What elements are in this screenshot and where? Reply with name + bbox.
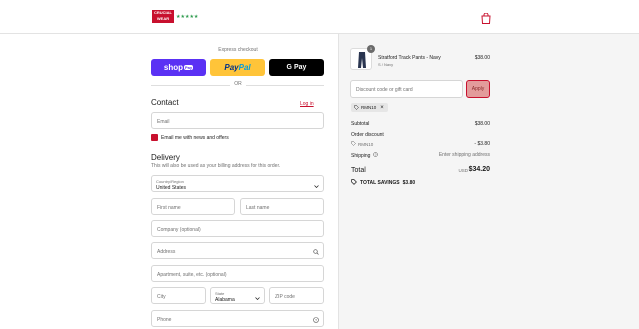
total-currency: USD xyxy=(458,168,468,173)
help-circle-icon[interactable]: ? xyxy=(313,310,319,328)
newsletter-label: Email me with news and offers xyxy=(161,135,229,141)
state-value: Alabama xyxy=(215,297,235,303)
phone-placeholder: Phone xyxy=(157,317,172,323)
tag-icon xyxy=(354,104,359,111)
check-icon xyxy=(152,141,157,146)
company-placeholder: Company (optional) xyxy=(157,227,201,233)
first-name-field[interactable]: First name xyxy=(151,198,235,215)
discount-value: - $3.80 xyxy=(474,141,490,147)
country-label: Country/Region xyxy=(156,179,184,184)
search-icon xyxy=(313,242,319,260)
country-select[interactable]: Country/Region United States xyxy=(151,175,324,192)
product-price: $38.00 xyxy=(474,55,490,61)
site-header: CRUCIAL WEAR ★★★★★ xyxy=(0,0,639,34)
country-value: United States xyxy=(156,185,187,191)
shipping-row: Shipping ? xyxy=(351,152,379,159)
apply-discount-button[interactable]: Apply xyxy=(466,80,490,98)
product-title: Stratford Track Pants - Navy xyxy=(378,55,441,61)
tag-icon xyxy=(351,179,357,187)
total-value: $34.20 xyxy=(468,166,490,173)
paypal-button[interactable]: Pay Pal xyxy=(210,59,265,76)
apartment-field[interactable]: Apartment, suite, etc. (optional) xyxy=(151,265,324,282)
apartment-placeholder: Apartment, suite, etc. (optional) xyxy=(157,272,227,278)
last-name-field[interactable]: Last name xyxy=(240,198,324,215)
zip-placeholder: ZIP code xyxy=(275,294,295,300)
discount-code-input[interactable]: Discount code or gift card xyxy=(350,80,463,98)
savings-value: $3.80 xyxy=(402,180,416,186)
shop-pay-button[interactable]: shop Pay xyxy=(151,59,206,76)
paypal-text-1: Pay xyxy=(224,63,239,72)
delivery-subtitle: This will also be used as your billing a… xyxy=(151,163,281,169)
store-logo[interactable]: CRUCIAL WEAR ★★★★★ xyxy=(152,10,200,23)
logo-mark: CRUCIAL WEAR xyxy=(152,10,174,23)
or-text: OR xyxy=(230,81,246,87)
order-discount-label: Order discount xyxy=(351,132,384,138)
rating-stars: ★★★★★ xyxy=(176,14,199,20)
savings-label: TOTAL SAVINGS xyxy=(360,180,400,186)
discount-code-row: RMN10 xyxy=(351,141,373,147)
tag-icon xyxy=(351,141,356,147)
help-circle-icon[interactable]: ? xyxy=(373,152,379,159)
svg-text:?: ? xyxy=(375,153,377,157)
discount-placeholder: Discount code or gift card xyxy=(356,87,413,93)
google-pay-button[interactable]: G Pay xyxy=(269,59,324,76)
contact-heading: Contact xyxy=(151,98,179,107)
total-savings: TOTAL SAVINGS $3.80 xyxy=(351,179,415,187)
last-name-placeholder: Last name xyxy=(246,205,270,211)
total-label: Total xyxy=(351,167,366,174)
logo-line-2: WEAR xyxy=(156,16,170,21)
email-field[interactable]: Email xyxy=(151,112,324,129)
newsletter-checkbox[interactable] xyxy=(151,134,158,146)
company-field[interactable]: Company (optional) xyxy=(151,220,324,237)
express-checkout-label: Express checkout xyxy=(218,47,258,53)
email-placeholder: Email xyxy=(157,119,170,125)
address-placeholder: Address xyxy=(157,249,176,255)
zip-field[interactable]: ZIP code xyxy=(269,287,324,304)
delivery-heading: Delivery xyxy=(151,153,180,162)
first-name-placeholder: First name xyxy=(157,205,181,211)
chevron-down-icon xyxy=(255,287,260,305)
discount-code-label: RMN10 xyxy=(358,141,374,147)
city-field[interactable]: City xyxy=(151,287,206,304)
shopping-bag-icon[interactable] xyxy=(481,11,491,24)
login-link[interactable]: Log in xyxy=(300,101,314,107)
google-pay-text: Pay xyxy=(293,64,307,71)
address-field[interactable]: Address xyxy=(151,242,324,259)
applied-code: RMN10 xyxy=(361,105,377,110)
remove-code-icon[interactable]: × xyxy=(380,105,384,111)
subtotal-value: $38.00 xyxy=(474,121,490,127)
google-g-icon: G xyxy=(286,64,292,71)
applied-code-chip: RMN10 × xyxy=(351,103,388,112)
product-variant: S / Navy xyxy=(378,62,394,67)
phone-field[interactable]: Phone ? xyxy=(151,310,324,327)
shop-pay-pill: Pay xyxy=(183,65,194,70)
chevron-down-icon xyxy=(314,175,319,193)
state-select[interactable]: State Alabama xyxy=(210,287,265,304)
paypal-text-2: Pal xyxy=(238,63,251,72)
shop-pay-text: shop xyxy=(163,63,183,72)
city-placeholder: City xyxy=(157,294,166,300)
shipping-value: Enter shipping address xyxy=(438,152,490,158)
state-label: State xyxy=(215,291,225,296)
quantity-badge: 1 xyxy=(367,45,375,53)
shipping-label: Shipping xyxy=(351,152,371,159)
subtotal-label: Subtotal xyxy=(351,121,370,127)
